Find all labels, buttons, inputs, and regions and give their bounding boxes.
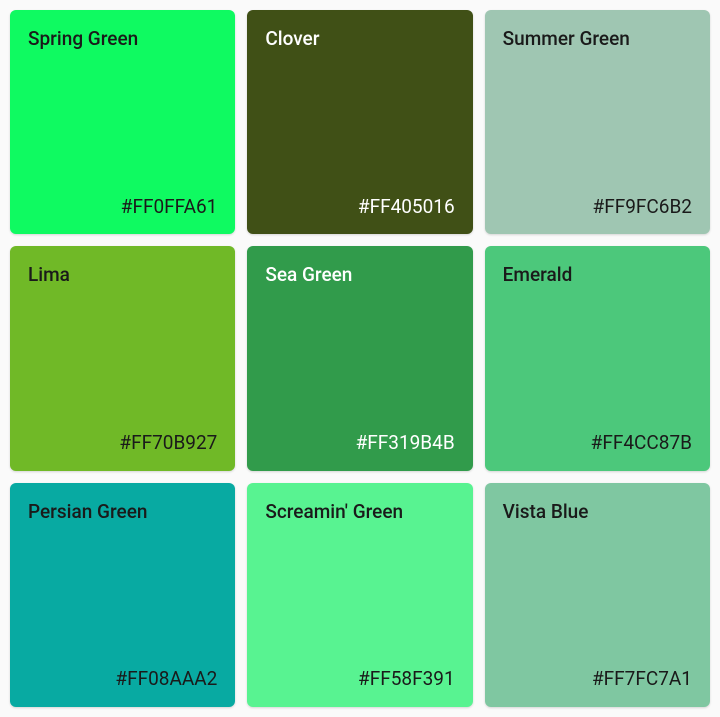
color-swatch[interactable]: Lima #FF70B927 — [10, 246, 235, 470]
swatch-code: #FF7FC7A1 — [503, 668, 692, 691]
color-swatch[interactable]: Persian Green #FF08AAA2 — [10, 483, 235, 707]
swatch-code: #FF9FC6B2 — [503, 196, 692, 219]
color-swatch[interactable]: Summer Green #FF9FC6B2 — [485, 10, 710, 234]
swatch-code: #FF319B4B — [265, 432, 454, 455]
swatch-name: Screamin' Green — [265, 501, 454, 524]
swatch-name: Spring Green — [28, 28, 217, 51]
color-swatch[interactable]: Emerald #FF4CC87B — [485, 246, 710, 470]
swatch-code: #FF58F391 — [265, 668, 454, 691]
swatch-name: Vista Blue — [503, 501, 692, 524]
swatch-code: #FF08AAA2 — [28, 668, 217, 691]
color-swatch[interactable]: Vista Blue #FF7FC7A1 — [485, 483, 710, 707]
color-swatch[interactable]: Sea Green #FF319B4B — [247, 246, 472, 470]
color-swatch[interactable]: Spring Green #FF0FFA61 — [10, 10, 235, 234]
color-swatch[interactable]: Screamin' Green #FF58F391 — [247, 483, 472, 707]
color-swatch[interactable]: Clover #FF405016 — [247, 10, 472, 234]
swatch-code: #FF0FFA61 — [28, 196, 217, 219]
color-swatch-grid: Spring Green #FF0FFA61 Clover #FF405016 … — [0, 0, 720, 717]
swatch-name: Emerald — [503, 264, 692, 287]
swatch-name: Summer Green — [503, 28, 692, 51]
swatch-code: #FF4CC87B — [503, 432, 692, 455]
swatch-name: Clover — [265, 28, 454, 51]
swatch-name: Lima — [28, 264, 217, 287]
swatch-code: #FF70B927 — [28, 432, 217, 455]
swatch-name: Persian Green — [28, 501, 217, 524]
swatch-code: #FF405016 — [265, 196, 454, 219]
swatch-name: Sea Green — [265, 264, 454, 287]
